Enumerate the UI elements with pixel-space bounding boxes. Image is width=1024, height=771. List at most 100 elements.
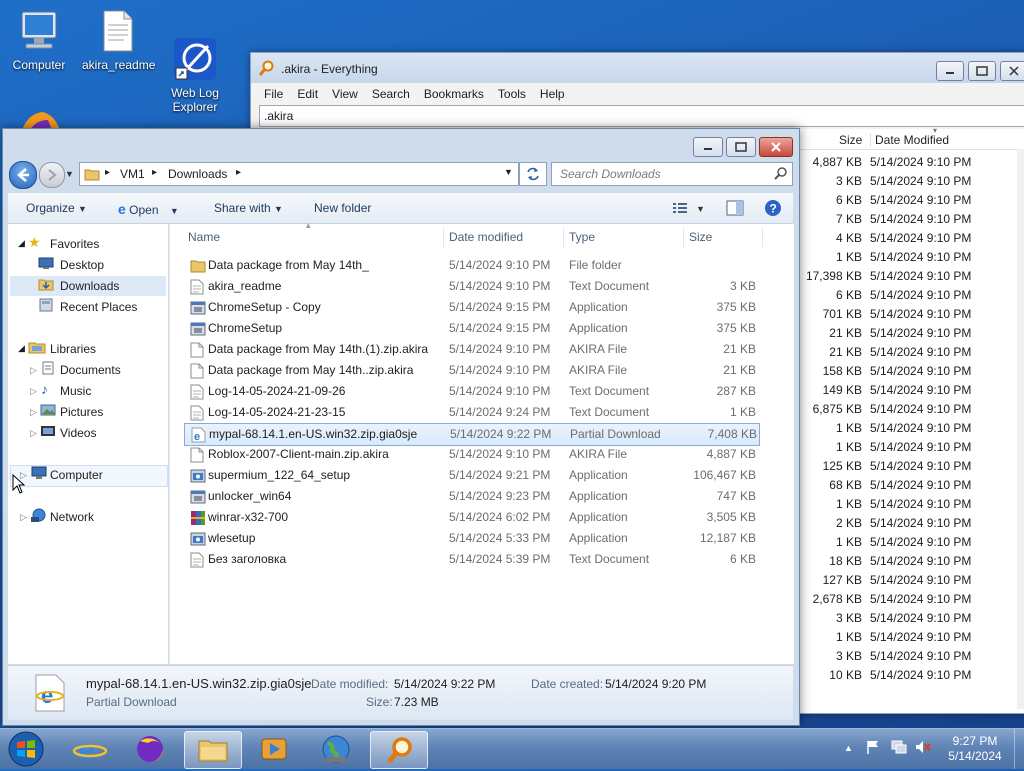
forward-button[interactable] [39,162,65,188]
file-row[interactable]: Roblox-2007-Client-main.zip.akira 5/14/20… [184,444,758,465]
result-row[interactable]: 6 KB 5/14/2024 9:10 PM [800,190,1024,209]
maximize-button[interactable] [968,61,996,81]
nav-videos[interactable]: Videos [60,423,96,443]
results-list[interactable]: Size Date Modified ▾ 4,887 KB 5/14/2024 9… [800,126,1024,713]
back-button[interactable] [9,161,37,189]
result-row[interactable]: 4,887 KB 5/14/2024 9:10 PM [800,152,1024,171]
desktop-icon-web-log-explorer[interactable]: Web Log Explorer [160,8,230,114]
column-size[interactable]: Size [689,224,712,250]
result-row[interactable]: 3 KB 5/14/2024 9:10 PM [800,171,1024,190]
file-row[interactable]: Log-14-05-2024-21-09-26 5/14/2024 9:10 PM… [184,381,758,402]
open-button[interactable]: e Open ▼ [118,201,179,217]
menu-help[interactable]: Help [533,83,572,105]
taskbar-media-player[interactable] [246,731,302,767]
close-button[interactable] [1000,61,1024,81]
view-options-icon[interactable]: ▼ [672,200,706,219]
desktop-icon-computer[interactable]: Computer [4,8,74,72]
result-row[interactable]: 68 KB 5/14/2024 9:10 PM [800,475,1024,494]
expand-arrow-icon[interactable]: ▷ [30,402,37,422]
desktop-icon-partial[interactable] [18,110,62,130]
minimize-button[interactable] [693,137,723,157]
result-row[interactable]: 2,678 KB 5/14/2024 9:10 PM [800,589,1024,608]
column-date-modified[interactable]: Date Modified [870,133,1024,147]
minimize-button[interactable] [936,61,964,81]
result-row[interactable]: 7 KB 5/14/2024 9:10 PM [800,209,1024,228]
menu-file[interactable]: File [257,83,290,105]
start-button[interactable] [6,730,46,771]
nav-downloads[interactable]: Downloads [60,276,119,296]
result-row[interactable]: 158 KB 5/14/2024 9:10 PM [800,361,1024,380]
file-row[interactable]: wlesetup 5/14/2024 5:33 PM Application 12,1… [184,528,758,549]
show-hidden-icons-icon[interactable]: ▲ [844,741,853,756]
taskbar-everything[interactable] [370,731,428,769]
action-center-flag-icon[interactable] [865,739,881,759]
volume-muted-icon[interactable] [914,739,932,759]
result-row[interactable]: 125 KB 5/14/2024 9:10 PM [800,456,1024,475]
result-row[interactable]: 6 KB 5/14/2024 9:10 PM [800,285,1024,304]
expand-arrow-icon[interactable]: ▷ [30,360,37,380]
show-desktop-button[interactable] [1014,729,1024,769]
nav-favorites[interactable]: Favorites [50,234,99,254]
search-input[interactable]: Search Downloads [551,162,793,186]
recent-pages-button[interactable]: ▼ [65,169,74,179]
nav-desktop[interactable]: Desktop [60,255,104,275]
result-row[interactable]: 1 KB 5/14/2024 9:10 PM [800,532,1024,551]
menu-view[interactable]: View [325,83,365,105]
nav-libraries[interactable]: Libraries [50,339,96,359]
file-row[interactable]: winrar-x32-700 5/14/2024 6:02 PM Applicati… [184,507,758,528]
new-folder-button[interactable]: New folder [314,201,371,215]
collapse-arrow-icon[interactable]: ◢ [18,338,25,358]
address-dropdown-icon[interactable]: ▼ [504,167,513,177]
file-row[interactable]: Data package from May 14th.(1).zip.akira… [184,339,758,360]
file-row[interactable]: Без заголовка 5/14/2024 5:39 PM Text Docum… [184,549,758,570]
result-row[interactable]: 1 KB 5/14/2024 9:10 PM [800,437,1024,456]
clock[interactable]: 9:27 PM 5/14/2024 [940,734,1010,764]
menu-tools[interactable]: Tools [491,83,533,105]
network-status-icon[interactable] [890,739,908,759]
result-row[interactable]: 21 KB 5/14/2024 9:10 PM [800,323,1024,342]
menu-bookmarks[interactable]: Bookmarks [417,83,491,105]
expand-arrow-icon[interactable]: ▷ [20,507,27,527]
result-row[interactable]: 3 KB 5/14/2024 9:10 PM [800,608,1024,627]
taskbar-firefox[interactable] [122,731,178,767]
column-type[interactable]: Type [569,224,595,250]
expand-arrow-icon[interactable]: ▷ [30,381,37,401]
menu-edit[interactable]: Edit [290,83,325,105]
preview-pane-icon[interactable] [726,200,744,219]
address-bar[interactable]: ▸ VM1 ▸ Downloads ▸ ▼ [79,162,519,186]
file-row[interactable]: Data package from May 14th..zip.akira 5/1… [184,360,758,381]
column-size[interactable]: Size [839,133,862,147]
file-list[interactable]: ▴ Name Date modified Type Size Data pack… [169,220,794,664]
file-row[interactable]: supermium_122_64_setup 5/14/2024 9:21 PM A… [184,465,758,486]
close-button[interactable] [759,137,793,157]
file-row[interactable]: ChromeSetup 5/14/2024 9:15 PM Application 3… [184,318,758,339]
result-row[interactable]: 10 KB 5/14/2024 9:10 PM [800,665,1024,684]
breadcrumb-separator[interactable]: ▸ [152,167,157,178]
result-row[interactable]: 6,875 KB 5/14/2024 9:10 PM [800,399,1024,418]
result-row[interactable]: 21 KB 5/14/2024 9:10 PM [800,342,1024,361]
breadcrumb-vm1[interactable]: VM1 [120,167,145,181]
breadcrumb-downloads[interactable]: Downloads [168,167,227,181]
result-row[interactable]: 4 KB 5/14/2024 9:10 PM [800,228,1024,247]
result-row[interactable]: 1 KB 5/14/2024 9:10 PM [800,418,1024,437]
maximize-button[interactable] [726,137,756,157]
result-row[interactable]: 701 KB 5/14/2024 9:10 PM [800,304,1024,323]
file-row[interactable]: unlocker_win64 5/14/2024 9:23 PM Applicati… [184,486,758,507]
explorer-window[interactable]: ▼ ▸ VM1 ▸ Downloads ▸ ▼ Search Downloads… [2,128,800,726]
nav-pictures[interactable]: Pictures [60,402,103,422]
file-row[interactable]: ChromeSetup - Copy 5/14/2024 9:15 PM Appli… [184,297,758,318]
result-row[interactable]: 3 KB 5/14/2024 9:10 PM [800,646,1024,665]
title-bar[interactable]: .akira - Everything [251,53,1024,83]
result-row[interactable]: 127 KB 5/14/2024 9:10 PM [800,570,1024,589]
nav-recent-places[interactable]: Recent Places [60,297,137,317]
expand-arrow-icon[interactable]: ▷ [30,423,37,443]
nav-network[interactable]: Network [50,507,94,527]
nav-documents[interactable]: Documents [60,360,121,380]
file-row[interactable]: Data package from May 14th_ 5/14/2024 9:1… [184,255,758,276]
collapse-arrow-icon[interactable]: ◢ [18,233,25,253]
desktop-icon-akira-readme[interactable]: akira_readme [82,8,155,72]
column-name[interactable]: Name [188,224,220,250]
breadcrumb-separator[interactable]: ▸ [236,167,241,178]
result-row[interactable]: 1 KB 5/14/2024 9:10 PM [800,627,1024,646]
refresh-button[interactable] [519,162,547,186]
